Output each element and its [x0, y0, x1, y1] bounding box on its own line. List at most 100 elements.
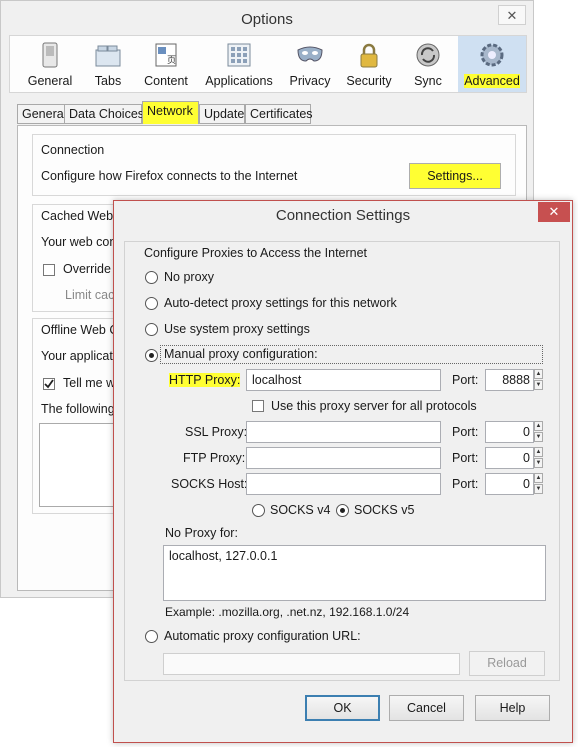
- pane-content[interactable]: 页 Content: [136, 36, 196, 92]
- socks-host-input[interactable]: [246, 473, 441, 495]
- ssl-port-label: Port:: [452, 425, 479, 439]
- socks-host-label: SOCKS Host:: [171, 477, 248, 491]
- auto-url-input[interactable]: [163, 653, 460, 675]
- cancel-button[interactable]: Cancel: [389, 695, 464, 721]
- tab-update[interactable]: Update: [199, 104, 245, 124]
- pane-advanced[interactable]: Advanced: [458, 36, 526, 92]
- connection-group: Connection Configure how Firefox connect…: [32, 134, 516, 196]
- options-close-button[interactable]: ✕: [498, 5, 526, 25]
- tell-me-checkbox[interactable]: [43, 378, 55, 390]
- help-button[interactable]: Help: [475, 695, 550, 721]
- no-proxy-label[interactable]: No proxy: [164, 270, 214, 284]
- ftp-port-label: Port:: [452, 451, 479, 465]
- socks-v5-label[interactable]: SOCKS v5: [354, 503, 414, 517]
- manual-proxy-radio[interactable]: [145, 349, 158, 362]
- http-port-label: Port:: [452, 373, 479, 387]
- manual-proxy-label[interactable]: Manual proxy configuration:: [160, 345, 543, 364]
- options-titlebar[interactable]: Options ✕: [1, 1, 533, 35]
- pane-label: Content: [144, 74, 188, 88]
- pane-sync[interactable]: Sync: [404, 36, 452, 92]
- gear-icon: [480, 43, 504, 67]
- connection-description: Configure how Firefox connects to the In…: [41, 169, 298, 183]
- options-title: Options: [241, 11, 293, 28]
- svg-text:页: 页: [167, 55, 176, 66]
- http-proxy-label: HTTP Proxy:: [169, 373, 241, 387]
- override-cache-checkbox[interactable]: [43, 264, 55, 276]
- offline-description: Your applicati: [41, 349, 116, 363]
- spin-up-icon[interactable]: ▲: [534, 369, 543, 379]
- use-for-all-label[interactable]: Use this proxy server for all protocols: [271, 399, 477, 413]
- socks-port-spinner[interactable]: ▲ ▼: [534, 473, 543, 495]
- socks-v4-label[interactable]: SOCKS v4: [270, 503, 330, 517]
- ok-button[interactable]: OK: [305, 695, 380, 721]
- spin-down-icon[interactable]: ▼: [534, 458, 543, 468]
- content-page-icon: 页: [155, 43, 177, 67]
- padlock-icon: [360, 43, 378, 68]
- connection-settings-dialog: Connection Settings ✕ Configure Proxies …: [113, 200, 573, 743]
- cache-description: Your web con: [41, 235, 117, 249]
- socks-v5-radio[interactable]: [336, 504, 349, 517]
- auto-detect-label[interactable]: Auto-detect proxy settings for this netw…: [164, 296, 397, 310]
- tab-network[interactable]: Network: [142, 101, 199, 124]
- ftp-port-spinner[interactable]: ▲ ▼: [534, 447, 543, 469]
- connection-settings-button[interactable]: Settings...: [409, 163, 501, 189]
- pane-privacy[interactable]: Privacy: [286, 36, 334, 92]
- socks-v4-radio[interactable]: [252, 504, 265, 517]
- system-proxy-radio[interactable]: [145, 323, 158, 336]
- applications-icon: [227, 43, 251, 67]
- auto-url-label[interactable]: Automatic proxy configuration URL:: [164, 629, 361, 643]
- radio-selected-dot: [340, 508, 345, 513]
- socks-port-label: Port:: [452, 477, 479, 491]
- tab-data-choices[interactable]: Data Choices: [64, 104, 144, 124]
- spin-down-icon[interactable]: ▼: [534, 484, 543, 494]
- no-proxy-example: Example: .mozilla.org, .net.nz, 192.168.…: [165, 605, 410, 619]
- socks-port-input[interactable]: 0: [485, 473, 534, 495]
- ssl-proxy-label: SSL Proxy:: [185, 425, 248, 439]
- pane-applications[interactable]: Applications: [198, 36, 280, 92]
- spin-up-icon[interactable]: ▲: [534, 473, 543, 483]
- radio-selected-dot: [149, 353, 154, 358]
- http-port-spinner[interactable]: ▲ ▼: [534, 369, 543, 391]
- http-proxy-input[interactable]: localhost: [246, 369, 441, 391]
- pane-label: General: [27, 74, 73, 88]
- tab-general[interactable]: General: [17, 104, 66, 124]
- auto-url-radio[interactable]: [145, 630, 158, 643]
- privacy-mask-icon: [297, 46, 323, 62]
- no-proxy-radio[interactable]: [145, 271, 158, 284]
- ssl-port-spinner[interactable]: ▲ ▼: [534, 421, 543, 443]
- system-proxy-label[interactable]: Use system proxy settings: [164, 322, 310, 336]
- pane-general[interactable]: General: [16, 36, 84, 92]
- pane-security[interactable]: Security: [342, 36, 396, 92]
- dialog-close-button[interactable]: ✕: [538, 202, 570, 222]
- ftp-port-input[interactable]: 0: [485, 447, 534, 469]
- use-for-all-checkbox[interactable]: [252, 400, 264, 412]
- ftp-proxy-input[interactable]: [246, 447, 441, 469]
- options-pane-toolbar: General Tabs 页 Content Applications Priv…: [9, 35, 527, 93]
- pane-label: Security: [346, 74, 392, 88]
- ssl-proxy-input[interactable]: [246, 421, 441, 443]
- auto-detect-radio[interactable]: [145, 297, 158, 310]
- ssl-port-input[interactable]: 0: [485, 421, 534, 443]
- checkmark-icon: [44, 379, 54, 389]
- reload-button[interactable]: Reload: [469, 651, 545, 676]
- dialog-titlebar[interactable]: Connection Settings ✕: [114, 201, 572, 227]
- spin-down-icon[interactable]: ▼: [534, 380, 543, 390]
- offline-list-caption: The following: [41, 402, 115, 416]
- pane-label: Tabs: [94, 74, 122, 88]
- no-proxy-for-label: No Proxy for:: [165, 526, 238, 540]
- pane-label: Applications: [205, 74, 273, 88]
- spin-up-icon[interactable]: ▲: [534, 447, 543, 457]
- proxy-group-label: Configure Proxies to Access the Internet: [142, 246, 370, 260]
- http-port-input[interactable]: 8888: [485, 369, 534, 391]
- sync-icon: [416, 43, 440, 67]
- spin-up-icon[interactable]: ▲: [534, 421, 543, 431]
- pane-label: Privacy: [289, 74, 331, 88]
- pane-label: Advanced: [464, 74, 520, 88]
- connection-heading: Connection: [41, 143, 105, 157]
- pane-tabs[interactable]: Tabs: [84, 36, 132, 92]
- folder-tabs-icon: [95, 45, 121, 67]
- pane-label: Sync: [414, 74, 442, 88]
- no-proxy-for-textarea[interactable]: localhost, 127.0.0.1: [163, 545, 546, 601]
- tab-certificates[interactable]: Certificates: [245, 104, 313, 124]
- spin-down-icon[interactable]: ▼: [534, 432, 543, 442]
